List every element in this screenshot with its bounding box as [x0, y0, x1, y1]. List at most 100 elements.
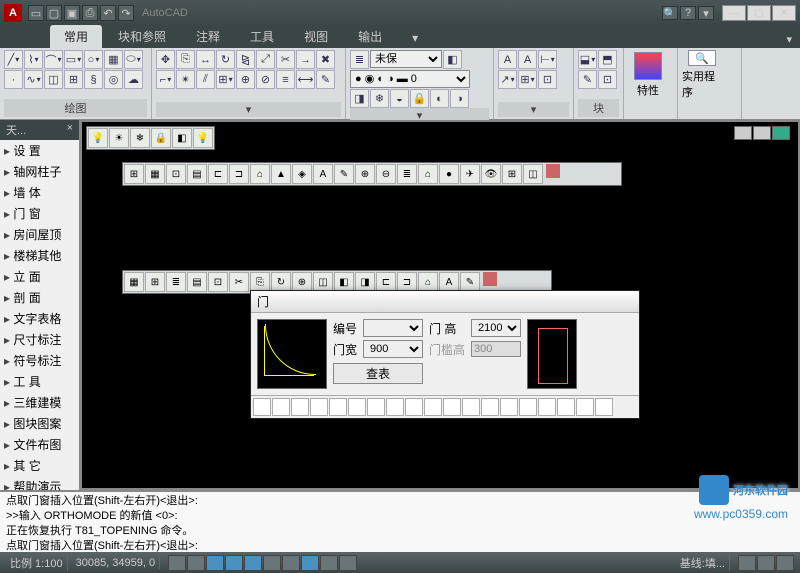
open-icon[interactable]: ▢: [46, 5, 62, 21]
dt-btn-18[interactable]: [576, 398, 594, 416]
dyn-toggle[interactable]: [301, 555, 319, 571]
ribbon-collapse-icon[interactable]: ▾: [778, 31, 800, 48]
model-toggle[interactable]: [738, 555, 756, 571]
edit-tool[interactable]: ✎: [316, 70, 335, 89]
copy-tool[interactable]: ⎘: [176, 50, 195, 69]
panel-annot-label[interactable]: ▾: [498, 102, 569, 117]
erase-tool[interactable]: ✖: [316, 50, 335, 69]
door-dialog-title[interactable]: 门: [251, 291, 639, 313]
ft2-btn-3[interactable]: ≣: [166, 272, 186, 292]
ft1-btn-15[interactable]: ⌂: [418, 164, 438, 184]
dt-btn-8[interactable]: [386, 398, 404, 416]
break-tool[interactable]: ⊘: [256, 70, 275, 89]
ft2-btn-16[interactable]: A: [439, 272, 459, 292]
ft2-btn-14[interactable]: ⊐: [397, 272, 417, 292]
osnap-toggle[interactable]: [244, 555, 262, 571]
sidebar-item-tools[interactable]: 工 具: [0, 371, 79, 392]
layer-walk-icon[interactable]: ◑: [450, 89, 469, 108]
ws-toggle[interactable]: [776, 555, 794, 571]
sidebar-item-section[interactable]: 剖 面: [0, 287, 79, 308]
sidebar-item-settings[interactable]: 设 置: [0, 140, 79, 161]
status-baseline[interactable]: 基线:填...: [676, 555, 730, 571]
ft2-btn-4[interactable]: ▤: [187, 272, 207, 292]
dt-btn-19[interactable]: [595, 398, 613, 416]
line-tool[interactable]: ╱: [4, 50, 23, 69]
ft1-btn-9[interactable]: ◈: [292, 164, 312, 184]
app-logo[interactable]: A: [4, 4, 22, 22]
ft1-btn-7[interactable]: ⌂: [250, 164, 270, 184]
sidebar-item-symbol[interactable]: 符号标注: [0, 350, 79, 371]
door-dialog[interactable]: 门 编号 门 高 2100 门宽 900 门槛高 查表: [250, 290, 640, 419]
create-block-icon[interactable]: ⬒: [598, 50, 617, 69]
layer-prev-icon[interactable]: ◐: [430, 89, 449, 108]
ft2-btn-2[interactable]: ⊞: [145, 272, 165, 292]
ft1-btn-14[interactable]: ≣: [397, 164, 417, 184]
undo-icon[interactable]: ↶: [100, 5, 116, 21]
status-scale[interactable]: 比例 1:100: [6, 555, 68, 571]
dt-btn-7[interactable]: [367, 398, 385, 416]
help-icon[interactable]: ?: [680, 6, 696, 20]
ft2-btn-17[interactable]: ✎: [460, 272, 480, 292]
ft1-btn-19[interactable]: ⊞: [502, 164, 522, 184]
join-tool[interactable]: ⊕: [236, 70, 255, 89]
sidebar-item-dim[interactable]: 尺寸标注: [0, 329, 79, 350]
annoscale-toggle[interactable]: [757, 555, 775, 571]
ft2-btn-8[interactable]: ↻: [271, 272, 291, 292]
vp-sun-icon[interactable]: ☀: [109, 128, 129, 148]
insert-block-icon[interactable]: ⬓: [578, 50, 597, 69]
ft1-btn-10[interactable]: A: [313, 164, 333, 184]
table-tool[interactable]: ⊞: [64, 70, 83, 89]
dt-btn-6[interactable]: [348, 398, 366, 416]
arc-tool[interactable]: ⌒: [44, 50, 63, 69]
tab-output[interactable]: 输出: [344, 25, 396, 48]
mtext-tool[interactable]: A: [498, 50, 517, 69]
explode-tool[interactable]: ✴: [176, 70, 195, 89]
donut-tool[interactable]: ◎: [104, 70, 123, 89]
dim-tool[interactable]: ⊢: [538, 50, 557, 69]
vp-bulb2-icon[interactable]: 💡: [193, 128, 213, 148]
ft1-btn-20[interactable]: ◫: [523, 164, 543, 184]
stretch-tool[interactable]: ↔: [196, 50, 215, 69]
vp-freeze-icon[interactable]: ❄: [130, 128, 150, 148]
door-number-combo[interactable]: [363, 319, 423, 337]
table-ann-tool[interactable]: ⊞: [518, 70, 537, 89]
ducs-toggle[interactable]: [282, 555, 300, 571]
close-button[interactable]: ✕: [772, 5, 796, 21]
snap-toggle[interactable]: [168, 555, 186, 571]
sidebar-item-wall[interactable]: 墙 体: [0, 182, 79, 203]
grid-toggle[interactable]: [187, 555, 205, 571]
layer-freeze-icon[interactable]: ❄: [370, 89, 389, 108]
leader-tool[interactable]: ↗: [498, 70, 517, 89]
ft1-btn-16[interactable]: ●: [439, 164, 459, 184]
dt-btn-10[interactable]: [424, 398, 442, 416]
scale-tool[interactable]: ⤢: [256, 50, 275, 69]
ortho-toggle[interactable]: [206, 555, 224, 571]
ft2-btn-5[interactable]: ⊡: [208, 272, 228, 292]
dt-btn-2[interactable]: [272, 398, 290, 416]
utilities-button[interactable]: 🔍 实用程序: [682, 50, 722, 100]
dt-btn-11[interactable]: [443, 398, 461, 416]
sidebar-item-help[interactable]: 帮助演示: [0, 476, 79, 490]
mdi-max-button[interactable]: [753, 126, 771, 140]
layer-state-combo[interactable]: 未保: [370, 50, 442, 68]
layer-props-icon[interactable]: ≣: [350, 50, 369, 69]
tab-view[interactable]: 视图: [290, 25, 342, 48]
ft1-btn-17[interactable]: ✈: [460, 164, 480, 184]
sidebar-item-elev[interactable]: 立 面: [0, 266, 79, 287]
dt-btn-12[interactable]: [462, 398, 480, 416]
tab-blocks[interactable]: 块和参照: [104, 25, 180, 48]
qp-toggle[interactable]: [339, 555, 357, 571]
sidebar-item-3d[interactable]: 三维建模: [0, 392, 79, 413]
dt-btn-4[interactable]: [310, 398, 328, 416]
hatch-tool[interactable]: ▦: [104, 50, 123, 69]
dt-btn-13[interactable]: [481, 398, 499, 416]
layer-lock-icon[interactable]: 🔒: [410, 89, 429, 108]
layer-combo[interactable]: ● ◉ ◐ ◑ ▬ 0: [350, 70, 470, 88]
text-tool[interactable]: A: [518, 50, 537, 69]
sidebar-item-door[interactable]: 门 窗: [0, 203, 79, 224]
layer-iso-icon[interactable]: ◨: [350, 89, 369, 108]
move-tool[interactable]: ✥: [156, 50, 175, 69]
print-icon[interactable]: ⎙: [82, 5, 98, 21]
polar-toggle[interactable]: [225, 555, 243, 571]
door-check-button[interactable]: 查表: [333, 363, 423, 384]
